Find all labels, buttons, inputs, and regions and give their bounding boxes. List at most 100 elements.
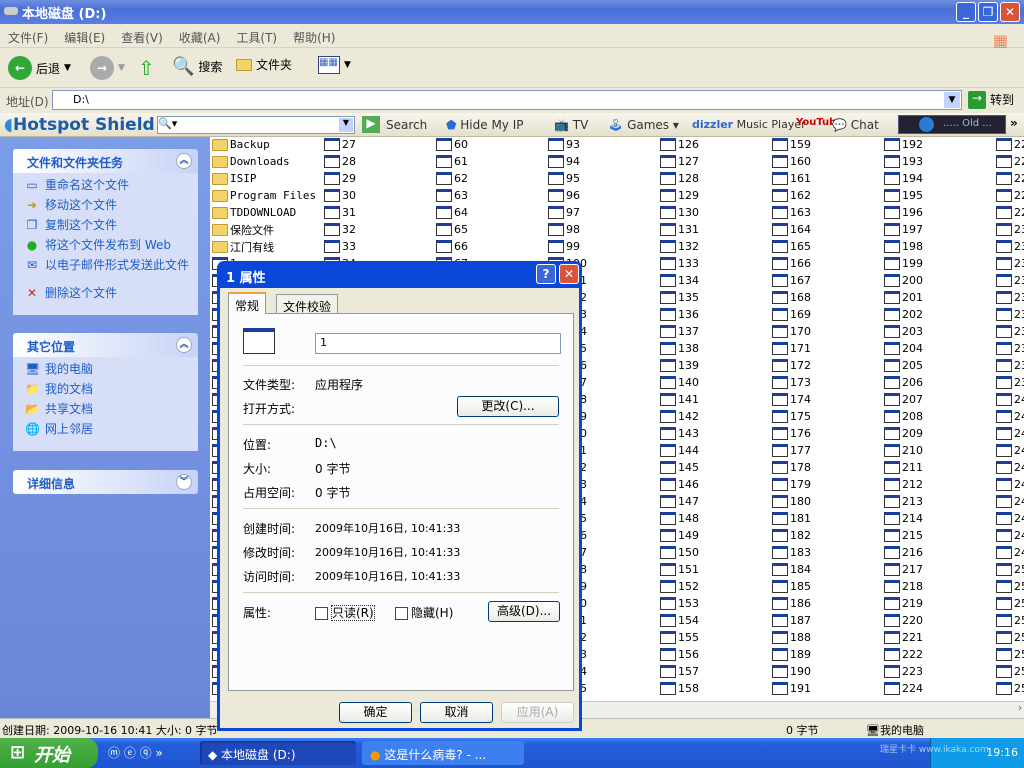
apply-button[interactable]: 应用(A) bbox=[501, 702, 574, 723]
chat-button[interactable]: 💬 Chat bbox=[832, 118, 879, 132]
file-item[interactable]: 253 bbox=[996, 612, 1024, 629]
file-item[interactable]: 240 bbox=[996, 391, 1024, 408]
file-item[interactable]: 224 bbox=[884, 680, 923, 697]
file-item[interactable]: 172 bbox=[772, 357, 811, 374]
other-places-header[interactable]: 其它位置 ︽ bbox=[13, 333, 198, 357]
file-item[interactable]: 152 bbox=[660, 578, 699, 595]
file-item[interactable]: 246 bbox=[996, 493, 1024, 510]
forward-button[interactable]: → ▼ bbox=[90, 56, 125, 80]
advanced-button[interactable]: 高级(D)... bbox=[488, 601, 560, 622]
place-my-documents[interactable]: 📁 我的文档 bbox=[25, 383, 198, 403]
file-item[interactable]: 203 bbox=[884, 323, 923, 340]
file-item[interactable]: 204 bbox=[884, 340, 923, 357]
file-item[interactable]: 126 bbox=[660, 137, 699, 153]
file-item[interactable]: 216 bbox=[884, 544, 923, 561]
task-copy[interactable]: ❐ 复制这个文件 bbox=[25, 219, 198, 239]
file-item[interactable]: 245 bbox=[996, 476, 1024, 493]
file-item[interactable]: 214 bbox=[884, 510, 923, 527]
file-item[interactable]: 64 bbox=[436, 204, 468, 221]
address-input[interactable]: D:\ ▼ bbox=[52, 90, 962, 110]
tab-general[interactable]: 常规 bbox=[228, 292, 267, 314]
file-item[interactable]: 177 bbox=[772, 442, 811, 459]
radio-player[interactable]: ..... Old ... bbox=[898, 115, 1006, 134]
close-button[interactable]: ✕ bbox=[1000, 2, 1020, 22]
file-item[interactable]: 243 bbox=[996, 442, 1024, 459]
file-item[interactable]: 198 bbox=[884, 238, 923, 255]
file-item[interactable]: 215 bbox=[884, 527, 923, 544]
music-player-button[interactable]: dizzler Music Player bbox=[692, 118, 806, 131]
file-item[interactable]: 179 bbox=[772, 476, 811, 493]
ok-button[interactable]: 确定 bbox=[339, 702, 412, 723]
file-item[interactable]: 229 bbox=[996, 204, 1024, 221]
file-item[interactable]: 249 bbox=[996, 544, 1024, 561]
file-item[interactable]: 187 bbox=[772, 612, 811, 629]
file-item[interactable]: 171 bbox=[772, 340, 811, 357]
file-item[interactable]: 211 bbox=[884, 459, 923, 476]
file-item[interactable]: 127 bbox=[660, 153, 699, 170]
file-item[interactable]: 136 bbox=[660, 306, 699, 323]
task-local-disk[interactable]: ◆ 本地磁盘 (D:) bbox=[200, 741, 356, 765]
file-item[interactable]: 65 bbox=[436, 221, 468, 238]
task-delete[interactable]: ✕ 删除这个文件 bbox=[25, 287, 198, 307]
place-network[interactable]: 🌐 网上邻居 bbox=[25, 423, 198, 443]
place-shared-documents[interactable]: 📂 共享文档 bbox=[25, 403, 198, 423]
file-item[interactable]: 163 bbox=[772, 204, 811, 221]
back-button[interactable]: ← 后退 ▼ bbox=[8, 56, 71, 80]
file-item[interactable]: 33 bbox=[324, 238, 356, 255]
search-go-icon[interactable]: ▶ bbox=[362, 116, 380, 133]
menu-help[interactable]: 帮助(H) bbox=[285, 24, 343, 51]
go-button[interactable]: → 转到 bbox=[968, 91, 1014, 109]
file-item[interactable]: 188 bbox=[772, 629, 811, 646]
file-item[interactable]: 242 bbox=[996, 425, 1024, 442]
folders-button[interactable]: 文件夹 bbox=[236, 56, 292, 73]
file-item[interactable]: 162 bbox=[772, 187, 811, 204]
tv-button[interactable]: 📺 TV bbox=[554, 118, 588, 132]
file-item[interactable]: 144 bbox=[660, 442, 699, 459]
file-item[interactable]: 225 bbox=[996, 137, 1024, 153]
file-item[interactable]: 212 bbox=[884, 476, 923, 493]
search-button[interactable]: 🔍 搜索 bbox=[172, 56, 222, 77]
file-item[interactable]: 139 bbox=[660, 357, 699, 374]
file-item[interactable]: 197 bbox=[884, 221, 923, 238]
file-item[interactable]: 63 bbox=[436, 187, 468, 204]
file-item[interactable]: 230 bbox=[996, 221, 1024, 238]
file-item[interactable]: 166 bbox=[772, 255, 811, 272]
file-item[interactable]: 234 bbox=[996, 289, 1024, 306]
file-item[interactable]: 96 bbox=[548, 187, 580, 204]
file-item[interactable]: 206 bbox=[884, 374, 923, 391]
minimize-button[interactable]: _ bbox=[956, 2, 976, 22]
file-item[interactable]: 66 bbox=[436, 238, 468, 255]
file-item[interactable]: 239 bbox=[996, 374, 1024, 391]
collapse-icon[interactable]: ︽ bbox=[176, 153, 192, 169]
file-item[interactable]: 134 bbox=[660, 272, 699, 289]
file-item[interactable]: 61 bbox=[436, 153, 468, 170]
file-item[interactable]: 135 bbox=[660, 289, 699, 306]
file-item[interactable]: 226 bbox=[996, 153, 1024, 170]
file-item[interactable]: 97 bbox=[548, 204, 580, 221]
file-item[interactable]: 98 bbox=[548, 221, 580, 238]
expand-icon[interactable]: ︾ bbox=[176, 474, 192, 490]
file-item[interactable]: 231 bbox=[996, 238, 1024, 255]
folder-item[interactable]: Downloads bbox=[212, 153, 290, 170]
file-item[interactable]: 169 bbox=[772, 306, 811, 323]
file-item[interactable]: 95 bbox=[548, 170, 580, 187]
file-item[interactable]: 32 bbox=[324, 221, 356, 238]
file-item[interactable]: 186 bbox=[772, 595, 811, 612]
menu-edit[interactable]: 编辑(E) bbox=[56, 24, 113, 51]
file-item[interactable]: 201 bbox=[884, 289, 923, 306]
hide-ip-button[interactable]: ⬟ Hide My IP bbox=[446, 118, 523, 132]
file-item[interactable]: 227 bbox=[996, 170, 1024, 187]
task-move[interactable]: ➜ 移动这个文件 bbox=[25, 199, 198, 219]
tab-file-checksum[interactable]: 文件校验 bbox=[276, 294, 339, 314]
file-item[interactable]: 194 bbox=[884, 170, 923, 187]
file-item[interactable]: 141 bbox=[660, 391, 699, 408]
file-item[interactable]: 148 bbox=[660, 510, 699, 527]
file-item[interactable]: 145 bbox=[660, 459, 699, 476]
file-item[interactable]: 170 bbox=[772, 323, 811, 340]
file-item[interactable]: 94 bbox=[548, 153, 580, 170]
hidden-checkbox[interactable]: 隐藏(H) bbox=[395, 604, 453, 621]
file-item[interactable]: 93 bbox=[548, 137, 580, 153]
hotspot-shield-logo[interactable]: ◖Hotspot Shield ▼ bbox=[4, 115, 168, 135]
file-item[interactable]: 99 bbox=[548, 238, 580, 255]
collapse-icon[interactable]: ︽ bbox=[176, 337, 192, 353]
